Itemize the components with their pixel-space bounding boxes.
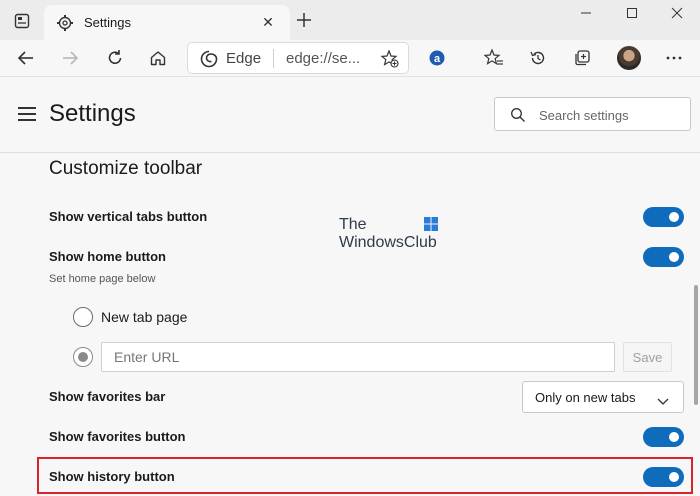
favorites-bar-select[interactable]: Only on new tabs (522, 381, 684, 413)
omnibox-divider (273, 49, 274, 68)
history-button-toggle[interactable] (643, 467, 684, 487)
home-button-sublabel: Set home page below (49, 273, 156, 285)
section-title: Customize toolbar (49, 158, 203, 179)
maximize-icon[interactable] (609, 0, 655, 26)
favorites-button-label: Show favorites button (49, 429, 186, 444)
chevron-down-icon (657, 393, 669, 405)
favorites-button-toggle[interactable] (643, 427, 684, 447)
vertical-tabs-label: Show vertical tabs button (49, 209, 208, 224)
extension-icon[interactable]: a (423, 44, 451, 72)
favorites-icon[interactable] (480, 44, 508, 72)
home-button-label: Show home button (49, 249, 166, 264)
back-arrow-icon[interactable] (12, 44, 40, 72)
address-bar[interactable]: Edge edge://se... (187, 42, 409, 74)
site-identity: Edge (226, 50, 262, 67)
vertical-tabs-toggle[interactable] (643, 207, 684, 227)
custom-url-radio[interactable] (73, 347, 93, 367)
favorites-bar-value: Only on new tabs (535, 390, 636, 405)
new-tab-icon[interactable] (293, 9, 315, 31)
history-icon[interactable] (524, 44, 552, 72)
home-button-toggle[interactable] (643, 247, 684, 267)
new-tab-label: New tab page (101, 309, 188, 325)
add-favorite-icon[interactable] (380, 49, 400, 69)
header-divider (0, 152, 700, 153)
watermark-line1: The (339, 216, 367, 233)
page-title: Settings (49, 100, 136, 127)
close-tab-icon[interactable]: ✕ (260, 14, 276, 30)
windows-logo-icon (424, 217, 438, 231)
search-input[interactable] (539, 106, 684, 124)
tab-actions-icon[interactable] (8, 9, 36, 33)
forward-arrow-icon[interactable] (56, 44, 84, 72)
search-icon (510, 107, 526, 123)
search-box[interactable] (494, 97, 691, 131)
gear-icon (56, 14, 74, 32)
favorites-bar-label: Show favorites bar (49, 389, 166, 404)
history-button-label: Show history button (49, 469, 175, 484)
menu-icon[interactable] (18, 107, 36, 121)
watermark-line2: WindowsClub (339, 234, 437, 251)
home-icon[interactable] (144, 44, 172, 72)
url-text[interactable]: edge://se... (286, 50, 360, 67)
close-window-icon[interactable] (654, 0, 700, 26)
navigation-toolbar: Edge edge://se... a (0, 40, 700, 76)
toolbar-divider (0, 76, 700, 77)
save-button[interactable]: Save (623, 342, 672, 372)
refresh-icon[interactable] (101, 44, 129, 72)
collections-icon[interactable] (568, 44, 596, 72)
tab-title: Settings (84, 15, 131, 30)
more-menu-icon[interactable] (660, 44, 688, 72)
tab-settings[interactable]: Settings ✕ (44, 5, 290, 40)
home-url-input[interactable] (101, 342, 615, 372)
svg-text:a: a (434, 53, 441, 65)
scrollbar[interactable] (694, 285, 698, 405)
new-tab-radio[interactable] (73, 307, 93, 327)
watermark: The WindowsClub (339, 216, 449, 256)
minimize-icon[interactable] (563, 0, 609, 26)
edge-logo-icon (200, 50, 218, 68)
profile-avatar[interactable] (617, 46, 641, 70)
tab-strip: Settings ✕ (0, 0, 700, 40)
